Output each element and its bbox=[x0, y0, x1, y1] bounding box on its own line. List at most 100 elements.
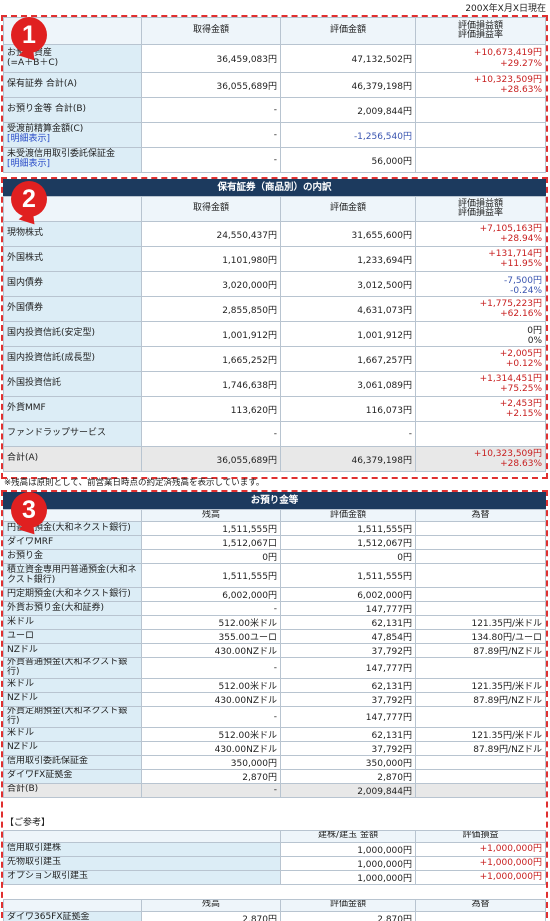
deposits-row: 外貨普通預金(大和ネクスト銀行) -147,777円 bbox=[3, 657, 546, 679]
holdings-acquisition: 1,665,252円 bbox=[141, 346, 281, 372]
detail-link[interactable]: [明細表示] bbox=[7, 159, 138, 170]
summary-col-valuation: 評価金額 bbox=[280, 17, 416, 45]
deposits-valuation: 62,131円 bbox=[280, 615, 416, 630]
holdings-row: 国内投資信託(成長型) 1,665,252円 1,667,257円 +2,005円 +… bbox=[3, 346, 546, 372]
badge-3: 3 bbox=[11, 492, 47, 528]
holdings-profit-loss: +1,775,223円 +62.16% bbox=[415, 296, 546, 322]
deposits-row-label: 米ドル bbox=[3, 677, 142, 693]
deposits-balance: 430.00NZドル bbox=[141, 691, 281, 707]
reference-amount: 1,000,000円 bbox=[280, 841, 416, 857]
deposits-row: 円定期預金(大和ネクスト銀行) 6,002,000円 6,002,000円 bbox=[3, 587, 546, 602]
deposits-row-label: 米ドル bbox=[3, 615, 142, 630]
holdings-acquisition: - bbox=[141, 421, 281, 447]
holdings-total-acquisition: 36,055,689円 bbox=[141, 446, 281, 472]
summary-row-label-cell: お預り金等 合計(B) bbox=[3, 97, 142, 123]
deposits-row: 円普通預金(大和ネクスト銀行) 1,511,555円 1,511,555円 bbox=[3, 521, 546, 536]
deposits-balance: 430.00NZドル bbox=[141, 740, 281, 756]
summary-row: 未受渡信用取引委託保証金 [明細表示] -56,000円 bbox=[3, 147, 546, 173]
deposits-row: ユーロ 355.00ユーロ 47,854円 134.80円/ユーロ bbox=[3, 629, 546, 644]
deposits-valuation: 350,000円 bbox=[280, 754, 416, 770]
deposits-row: お預り金 0円 0円 bbox=[3, 549, 546, 564]
deposits-row-label: NZドル bbox=[3, 643, 142, 658]
deposits-fx-rate bbox=[415, 563, 546, 588]
holdings-profit-loss bbox=[415, 421, 546, 447]
summary-row-label-cell: 未受渡信用取引委託保証金 [明細表示] bbox=[3, 147, 142, 173]
deposits-balance: 355.00ユーロ bbox=[141, 629, 281, 644]
deposits-title: お預り金等 bbox=[3, 492, 546, 509]
deposits-fx-rate bbox=[415, 587, 546, 602]
holdings-row-label: 外国株式 bbox=[3, 246, 142, 272]
deposits-valuation: 6,002,000円 bbox=[280, 587, 416, 602]
holdings-row: ファンドラップサービス - - bbox=[3, 421, 546, 447]
fx365-table: 残高 評価金額 為替 ダイワ365FX証拠金 2,870円 2,870円 bbox=[3, 898, 546, 921]
summary-valuation: 2,009,844円 bbox=[280, 97, 416, 123]
holdings-valuation: 1,001,912円 bbox=[280, 321, 416, 347]
holdings-row: 国内債券 3,020,000円 3,012,500円 -7,500円 -0.24% bbox=[3, 271, 546, 297]
deposits-balance: 512.00米ドル bbox=[141, 677, 281, 693]
deposits-row-label: NZドル bbox=[3, 691, 142, 707]
deposits-balance: 2,870円 bbox=[141, 768, 281, 784]
holdings-total-label: 合計(A) bbox=[3, 446, 142, 472]
holdings-col-valuation: 評価金額 bbox=[280, 196, 416, 222]
deposits-fx-rate bbox=[415, 535, 546, 550]
fx365-row: ダイワ365FX証拠金 2,870円 2,870円 bbox=[3, 910, 546, 921]
summary-col-profit-loss: 評価損益額 評価損益率 bbox=[415, 17, 546, 45]
summary-profit-loss bbox=[415, 147, 546, 173]
deposits-balance: 512.00米ドル bbox=[141, 615, 281, 630]
holdings-valuation: 3,012,500円 bbox=[280, 271, 416, 297]
deposits-balance: 1,511,555円 bbox=[141, 521, 281, 536]
deposits-row-label: お預り金 bbox=[3, 549, 142, 564]
holdings-row: 現物株式 24,550,437円 31,655,600円 +7,105,163円 +2… bbox=[3, 221, 546, 247]
reference-row-label: 先物取引建玉 bbox=[3, 855, 281, 871]
fx365-label: ダイワ365FX証拠金 bbox=[3, 910, 142, 921]
summary-row-label: お預り金等 合計(B) bbox=[7, 104, 87, 115]
deposits-table: 残高 評価金額 為替 円普通預金(大和ネクスト銀行) 1,511,555円 1,51… bbox=[3, 509, 546, 798]
deposits-col-fx-rate: 為替 bbox=[415, 509, 546, 522]
holdings-row: 外貨MMF 113,620円 116,073円 +2,453円 +2.15% bbox=[3, 396, 546, 422]
detail-link[interactable]: [明細表示] bbox=[7, 134, 138, 145]
holdings-total-valuation: 46,379,198円 bbox=[280, 446, 416, 472]
holdings-valuation: 31,655,600円 bbox=[280, 221, 416, 247]
deposits-valuation: 147,777円 bbox=[280, 705, 416, 728]
deposits-fx-rate: 87.89円/NZドル bbox=[415, 740, 546, 756]
summary-valuation: -1,256,540円 bbox=[280, 122, 416, 148]
holdings-row-label: ファンドラップサービス bbox=[3, 421, 142, 447]
holdings-note: ※残高は原則として、前営業日時点の約定済残高を表示しています。 bbox=[4, 478, 265, 488]
fx365-col-label bbox=[3, 898, 142, 912]
deposits-col-valuation: 評価金額 bbox=[280, 509, 416, 522]
holdings-acquisition: 24,550,437円 bbox=[141, 221, 281, 247]
summary-valuation: 47,132,502円 bbox=[280, 44, 416, 73]
badge-1: 1 bbox=[11, 17, 47, 53]
deposits-row-label: 外貨定期預金(大和ネクスト銀行) bbox=[3, 705, 142, 728]
deposits-valuation: 62,131円 bbox=[280, 677, 416, 693]
reference-amount: 1,000,000円 bbox=[280, 855, 416, 871]
deposits-valuation: 0円 bbox=[280, 549, 416, 564]
holdings-acquisition: 1,746,638円 bbox=[141, 371, 281, 397]
summary-row: お預り資産 (=A＋B＋C)36,459,083円47,132,502円+10,… bbox=[3, 44, 546, 73]
holdings-acquisition: 1,101,980円 bbox=[141, 246, 281, 272]
deposits-valuation: 147,777円 bbox=[280, 657, 416, 679]
reference-amount: 1,000,000円 bbox=[280, 869, 416, 885]
summary-row-label: 未受渡信用取引委託保証金 bbox=[7, 149, 116, 160]
deposits-col-balance: 残高 bbox=[141, 509, 281, 522]
summary-profit-loss bbox=[415, 97, 546, 123]
deposits-row-label: NZドル bbox=[3, 740, 142, 756]
holdings-total-profit-loss: +10,323,509円 +28.63% bbox=[415, 446, 546, 472]
summary-acquisition: - bbox=[141, 122, 281, 148]
holdings-acquisition: 3,020,000円 bbox=[141, 271, 281, 297]
deposits-balance: 0円 bbox=[141, 549, 281, 564]
deposits-row: NZドル 430.00NZドル 37,792円 87.89円/NZドル bbox=[3, 643, 546, 658]
deposits-balance: 350,000円 bbox=[141, 754, 281, 770]
deposits-total-fx-rate bbox=[415, 782, 546, 798]
deposits-row-label: ユーロ bbox=[3, 629, 142, 644]
deposits-row: 外貨定期預金(大和ネクスト銀行) -147,777円 bbox=[3, 705, 546, 728]
summary-table: 取得金額 評価金額 評価損益額 評価損益率 お預り資産 (=A＋B＋C)36,4… bbox=[3, 17, 546, 173]
holdings-section: 2 保有証券（商品別）の内訳 取得金額 評価金額 評価損益額 評価損益率 現物株… bbox=[1, 177, 548, 479]
deposits-valuation: 37,792円 bbox=[280, 643, 416, 658]
deposits-row-label: 信用取引委託保証金 bbox=[3, 754, 142, 770]
deposits-fx-rate bbox=[415, 705, 546, 728]
holdings-table: 取得金額 評価金額 評価損益額 評価損益率 現物株式 24,550,437円 31,… bbox=[3, 196, 546, 472]
deposits-fx-rate bbox=[415, 754, 546, 770]
deposits-fx-rate bbox=[415, 549, 546, 564]
deposits-total-valuation: 2,009,844円 bbox=[280, 782, 416, 798]
